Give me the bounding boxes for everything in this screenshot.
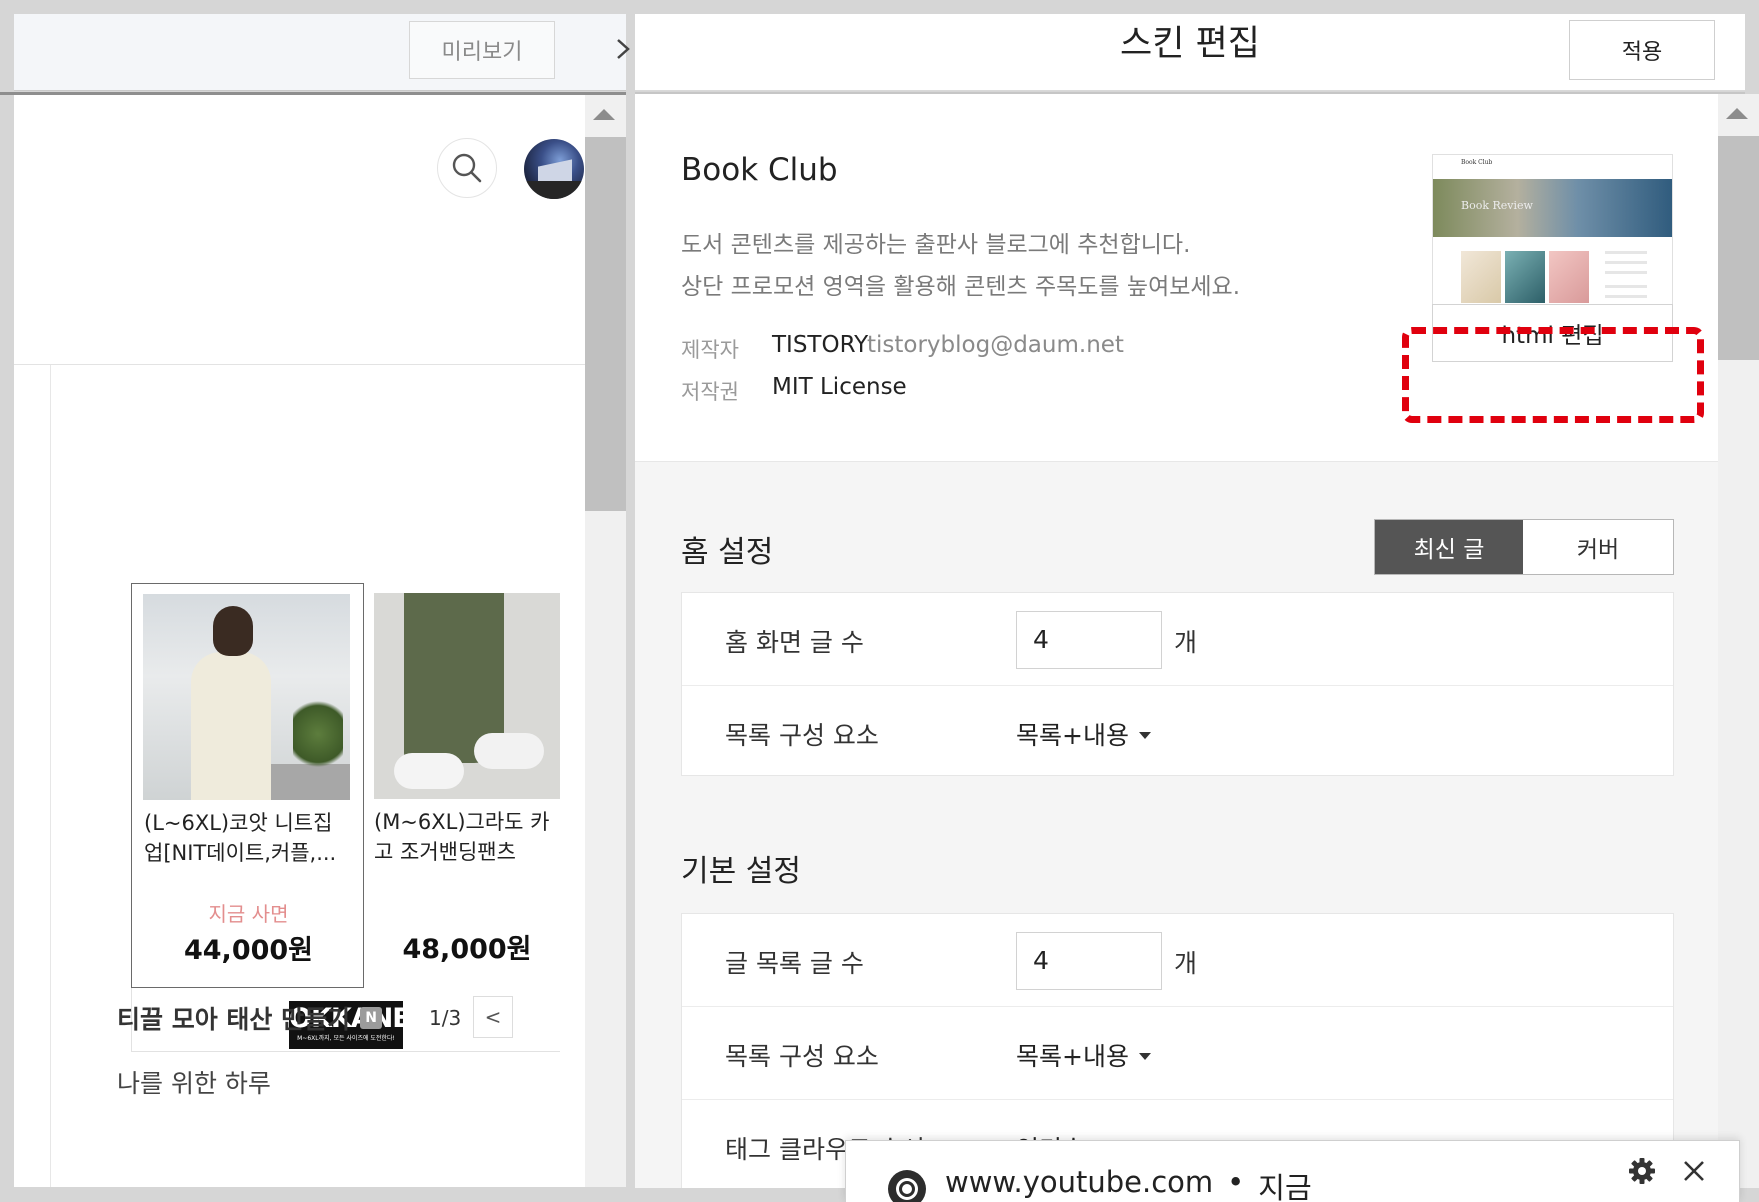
editor-scrollbar[interactable] [1718,94,1759,1188]
divider [50,365,51,1187]
product-price: 44,000원 [183,935,314,966]
setting-row: 홈 화면 글 수 4 개 [682,593,1673,686]
author-label: 제작자 [681,338,739,362]
unit-label: 개 [1174,628,1198,657]
home-type-toggle: 최신 글 커버 [1374,519,1674,575]
skin-name: Book Club [681,152,838,188]
thumbnail-sidebar [1605,251,1647,311]
license-value: MIT License [772,374,907,400]
preview-button[interactable]: 미리보기 [409,21,555,79]
list-post-count-input[interactable]: 4 [1016,932,1162,990]
thumbnail-books [1461,251,1593,305]
post-title-text: 티끌 모아 태산 만들기 [117,1005,351,1034]
unit-label: 개 [1174,949,1198,978]
collapse-panel-button[interactable] [612,36,634,62]
scrollbar-thumb[interactable] [585,137,626,511]
browser-notification[interactable]: www.youtube.com • 지금 [845,1140,1740,1202]
ad-product-card[interactable]: (L~6XL)코앗 니트집 업[NIT데이트,커플,... 지금 사면 44,0… [131,583,364,988]
product-image [143,594,350,800]
avatar[interactable] [524,139,584,199]
gear-icon[interactable] [1628,1157,1656,1185]
post-title[interactable]: 티끌 모아 태산 만들기 N [117,1000,383,1036]
setting-label: 목록 구성 요소 [725,1042,879,1071]
post-subtitle[interactable]: 나를 위한 하루 [117,1064,271,1100]
setting-label: 홈 화면 글 수 [725,628,864,657]
chrome-icon [888,1170,926,1202]
scroll-up-arrow-icon[interactable] [1726,108,1748,119]
blog-header [14,95,585,365]
setting-row: 목록 구성 요소 목록+내용 [682,1007,1673,1100]
skin-thumbnail: Book Club Book Review [1432,154,1673,329]
search-icon [452,153,482,183]
list-elements-dropdown[interactable]: 목록+내용 [1016,1037,1151,1073]
close-icon[interactable] [1680,1157,1708,1185]
thumbnail-hero: Book Review [1433,179,1672,237]
basic-settings-title: 기본 설정 [681,854,801,889]
editor-toolbar: 스킨 편집 적용 [635,14,1745,91]
ad-prev-button[interactable]: < [473,996,513,1038]
home-settings-title: 홈 설정 [681,535,774,570]
product-image [374,593,560,799]
editor-content: Book Club 도서 콘텐츠를 제공하는 출판사 블로그에 추천합니다. 상… [635,94,1718,1188]
highlight-annotation [1402,327,1704,423]
home-post-count-input[interactable]: 4 [1016,611,1162,669]
apply-button[interactable]: 적용 [1569,20,1715,80]
setting-row: 목록 구성 요소 목록+내용 [682,686,1673,779]
chevron-right-icon [617,39,630,59]
ad-pager: 1/3 [429,1006,462,1030]
setting-row: 글 목록 글 수 4 개 [682,914,1673,1007]
skin-description: 상단 프로모션 영역을 활용해 콘텐츠 주목도를 높여보세요. [681,274,1241,300]
license-label: 저작권 [681,380,739,404]
search-button[interactable] [437,138,497,198]
product-title: (M~6XL)그라도 카 고 조거밴딩팬츠 [374,810,550,864]
setting-label: 글 목록 글 수 [725,949,864,978]
caret-down-icon [1138,731,1151,739]
notification-source: www.youtube.com • 지금 [945,1165,1312,1202]
preview-toolbar: 미리보기 [14,14,630,91]
toggle-cover[interactable]: 커버 [1523,520,1673,574]
preview-scrollbar[interactable] [585,95,626,1187]
home-settings-panel: 홈 화면 글 수 4 개 목록 구성 요소 목록+내용 [681,592,1674,776]
product-title: (L~6XL)코앗 니트집 업[NIT데이트,커플,... [144,811,337,865]
home-list-elements-dropdown[interactable]: 목록+내용 [1016,716,1151,752]
setting-label: 목록 구성 요소 [725,721,879,750]
toggle-recent-posts[interactable]: 최신 글 [1375,520,1523,574]
scroll-up-arrow-icon[interactable] [593,109,615,120]
skin-description: 도서 콘텐츠를 제공하는 출판사 블로그에 추천합니다. [681,232,1191,258]
skin-info-card: Book Club 도서 콘텐츠를 제공하는 출판사 블로그에 추천합니다. 상… [635,94,1718,462]
thumbnail-nav: Book Club [1433,155,1672,177]
caret-down-icon [1138,1052,1151,1060]
new-badge: N [360,1007,383,1029]
scrollbar-thumb[interactable] [1718,136,1759,360]
author-email: tistoryblog@daum.net [867,332,1124,358]
product-promo-text: 지금 사면 [208,902,289,926]
ad-product-card[interactable]: (M~6XL)그라도 카 고 조거밴딩팬츠 48,000원 [364,583,560,988]
product-price: 48,000원 [402,934,532,965]
author-name: TISTORY [772,332,869,358]
